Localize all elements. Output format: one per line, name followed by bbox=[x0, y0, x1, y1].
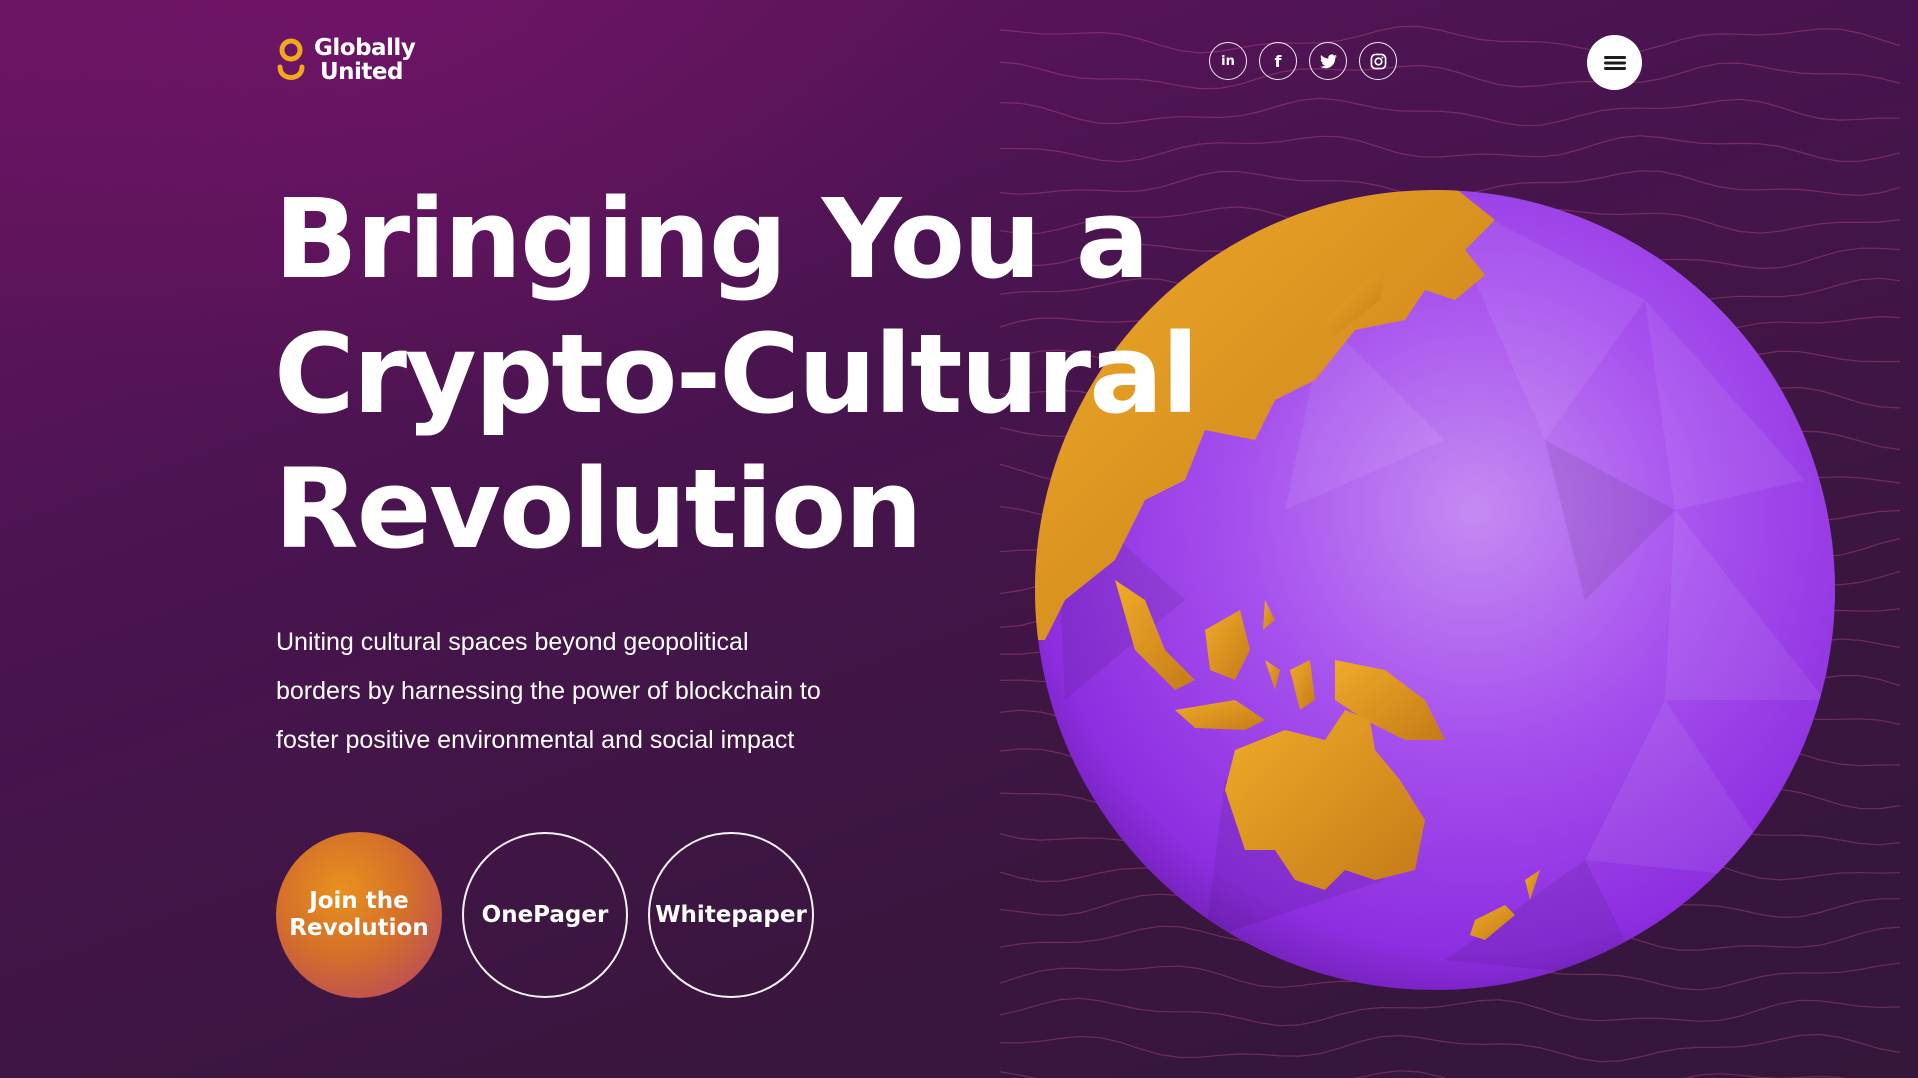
linkedin-icon: in bbox=[1221, 53, 1235, 69]
background-wave-line bbox=[999, 997, 1901, 1027]
instagram-icon bbox=[1370, 53, 1386, 69]
hero-title-line3: Revolution bbox=[274, 445, 923, 573]
twitter-icon bbox=[1319, 54, 1337, 68]
brand-name-line2: United bbox=[320, 59, 404, 85]
hero-subtitle: Uniting cultural spaces beyond geopoliti… bbox=[276, 618, 896, 765]
background-wave-line bbox=[1000, 135, 1901, 163]
background-wave-line bbox=[999, 1033, 1901, 1063]
brand-name-line1: Globally bbox=[314, 35, 416, 61]
brand-name: Globally United bbox=[314, 35, 416, 85]
hero-title: Bringing You a Crypto-Cultural Revolutio… bbox=[274, 172, 1199, 577]
whitepaper-label: Whitepaper bbox=[655, 901, 807, 928]
hero-subtitle-line2: borders by harnessing the power of block… bbox=[276, 677, 821, 705]
background-wave-line bbox=[999, 1070, 1846, 1078]
facebook-icon: f bbox=[1274, 51, 1282, 71]
instagram-button[interactable] bbox=[1359, 42, 1397, 80]
site-header: Globally United in f bbox=[0, 0, 1918, 124]
onepager-label: OnePager bbox=[481, 901, 609, 928]
cta-buttons: Join the Revolution OnePager Whitepaper bbox=[276, 832, 814, 998]
brand-logo[interactable]: Globally United bbox=[276, 35, 416, 85]
twitter-button[interactable] bbox=[1309, 42, 1347, 80]
linkedin-button[interactable]: in bbox=[1209, 42, 1247, 80]
join-button-line1: Join the bbox=[309, 888, 409, 914]
hamburger-icon bbox=[1603, 55, 1626, 70]
hero-subtitle-line3: foster positive environmental and social… bbox=[276, 726, 795, 754]
facebook-button[interactable]: f bbox=[1259, 42, 1297, 80]
hero-title-line2: Crypto-Cultural bbox=[274, 310, 1199, 438]
join-button-line2: Revolution bbox=[289, 915, 429, 941]
location-pin-logo-icon bbox=[277, 38, 305, 80]
hero-title-line1: Bringing You a bbox=[274, 175, 1150, 303]
menu-button[interactable] bbox=[1587, 35, 1642, 90]
join-the-revolution-button[interactable]: Join the Revolution bbox=[276, 832, 442, 998]
onepager-button[interactable]: OnePager bbox=[462, 832, 628, 998]
hero-subtitle-line1: Uniting cultural spaces beyond geopoliti… bbox=[276, 628, 749, 656]
social-links: in f bbox=[1209, 42, 1397, 80]
whitepaper-button[interactable]: Whitepaper bbox=[648, 832, 814, 998]
